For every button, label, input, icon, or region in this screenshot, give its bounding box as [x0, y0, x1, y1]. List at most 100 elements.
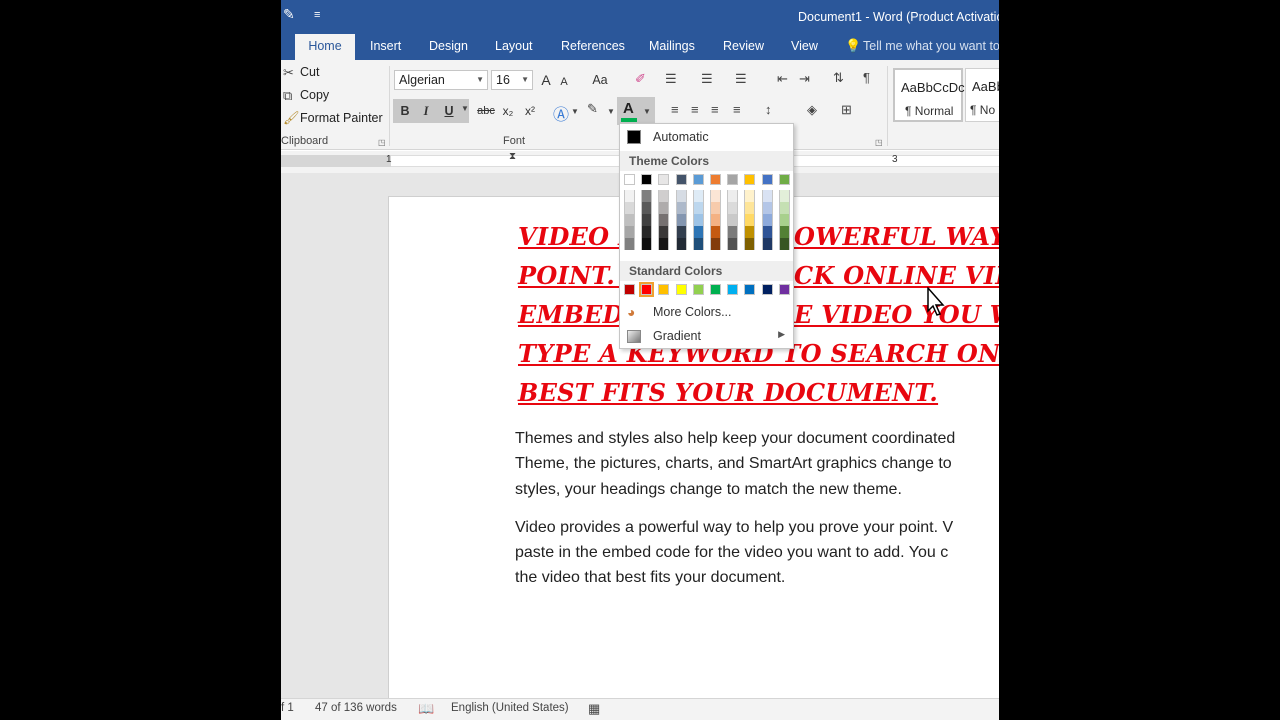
theme-color-swatch[interactable] — [624, 174, 635, 185]
shrink-font-button[interactable]: A — [557, 71, 571, 93]
chevron-down-icon[interactable]: ▼ — [521, 71, 529, 89]
bullets-icon[interactable]: ☰ — [665, 71, 677, 87]
increase-indent-icon[interactable]: ⇥ — [799, 71, 810, 87]
borders-icon[interactable]: ⊞ — [841, 102, 852, 118]
theme-shade-swatch[interactable] — [761, 202, 773, 214]
standard-color-swatch[interactable] — [761, 284, 773, 295]
highlight-color-icon[interactable]: ✎ — [587, 101, 598, 117]
clear-formatting-icon[interactable]: ✐ — [635, 71, 646, 87]
chevron-down-icon[interactable]: ▼ — [571, 107, 579, 116]
heading-text-line[interactable]: ck online Vide — [794, 261, 999, 290]
theme-shade-swatch[interactable] — [744, 238, 756, 250]
bold-button[interactable]: B — [397, 100, 413, 122]
copy-button[interactable]: Copy — [300, 88, 329, 102]
font-color-icon[interactable]: A — [623, 100, 634, 117]
theme-shade-swatch[interactable] — [641, 214, 653, 226]
standard-color-swatch[interactable] — [727, 284, 739, 295]
align-right-icon[interactable]: ≡ — [711, 102, 719, 117]
chevron-down-icon[interactable]: ▼ — [643, 107, 651, 116]
indent-marker-icon[interactable]: ⧗ — [509, 151, 516, 162]
align-left-icon[interactable]: ≡ — [671, 102, 679, 117]
theme-shade-swatch[interactable] — [778, 190, 790, 202]
tell-me-search[interactable]: Tell me what you want to — [863, 34, 999, 60]
style-no-spacing[interactable]: AaBb ¶ No — [965, 68, 999, 122]
superscript-button[interactable]: x² — [521, 100, 539, 122]
theme-shade-swatch[interactable] — [692, 202, 704, 214]
theme-shade-swatch[interactable] — [641, 190, 653, 202]
heading-text-line[interactable]: e video you wa — [794, 300, 999, 329]
theme-color-swatch[interactable] — [778, 174, 790, 185]
theme-color-swatch[interactable] — [658, 174, 670, 185]
theme-shade-swatch[interactable] — [761, 214, 773, 226]
theme-shade-swatch[interactable] — [641, 238, 653, 250]
theme-shade-swatch[interactable] — [778, 226, 790, 238]
theme-shade-swatch[interactable] — [675, 238, 687, 250]
body-text-line[interactable]: styles, your headings change to match th… — [515, 481, 902, 499]
language-indicator[interactable]: English (United States) — [451, 702, 569, 714]
theme-shade-swatch[interactable] — [692, 238, 704, 250]
show-formatting-icon[interactable]: ¶ — [863, 70, 870, 85]
theme-shade-swatch[interactable] — [710, 226, 721, 238]
theme-shade-swatch[interactable] — [692, 226, 704, 238]
theme-shade-swatch[interactable] — [624, 214, 635, 226]
standard-color-swatch[interactable] — [692, 284, 704, 295]
tab-layout[interactable]: Layout — [491, 34, 537, 60]
theme-shade-swatch[interactable] — [658, 202, 670, 214]
customize-quick-access-icon[interactable]: ≡ — [314, 9, 320, 21]
theme-shade-swatch[interactable] — [675, 190, 687, 202]
theme-shade-swatch[interactable] — [641, 226, 653, 238]
more-colors-option[interactable]: ◕ More Colors... — [620, 301, 793, 323]
theme-shade-swatch[interactable] — [624, 226, 635, 238]
theme-shade-swatch[interactable] — [778, 214, 790, 226]
theme-shade-swatch[interactable] — [761, 190, 773, 202]
change-case-button[interactable]: Aa — [587, 69, 613, 91]
tab-home[interactable]: Home — [295, 34, 355, 60]
subscript-button[interactable]: x₂ — [499, 100, 517, 122]
theme-shade-swatch[interactable] — [641, 202, 653, 214]
standard-color-swatch[interactable] — [658, 284, 670, 295]
theme-shade-swatch[interactable] — [710, 202, 721, 214]
standard-color-swatch[interactable] — [710, 284, 721, 295]
tab-review[interactable]: Review — [719, 34, 768, 60]
justify-icon[interactable]: ≡ — [733, 102, 741, 117]
standard-color-swatch[interactable] — [624, 284, 635, 295]
theme-shade-swatch[interactable] — [744, 190, 756, 202]
theme-shade-swatch[interactable] — [778, 202, 790, 214]
theme-shade-swatch[interactable] — [658, 226, 670, 238]
tab-references[interactable]: References — [557, 34, 629, 60]
theme-shade-swatch[interactable] — [744, 214, 756, 226]
decrease-indent-icon[interactable]: ⇤ — [777, 71, 788, 87]
theme-shade-swatch[interactable] — [761, 226, 773, 238]
theme-shade-swatch[interactable] — [727, 202, 739, 214]
theme-shade-swatch[interactable] — [658, 214, 670, 226]
word-count[interactable]: 47 of 136 words — [315, 702, 397, 714]
theme-shade-swatch[interactable] — [675, 202, 687, 214]
theme-color-swatch[interactable] — [675, 174, 687, 185]
cut-button[interactable]: Cut — [300, 65, 319, 79]
theme-shade-swatch[interactable] — [727, 190, 739, 202]
theme-shade-swatch[interactable] — [692, 190, 704, 202]
strikethrough-button[interactable]: abc — [475, 100, 497, 122]
theme-shade-swatch[interactable] — [624, 190, 635, 202]
theme-shade-swatch[interactable] — [658, 190, 670, 202]
macro-record-icon[interactable]: ▦ — [588, 701, 600, 717]
chevron-down-icon[interactable]: ▼ — [607, 107, 615, 116]
standard-color-swatch[interactable] — [675, 284, 687, 295]
format-painter-button[interactable]: Format Painter — [300, 111, 383, 125]
theme-shade-swatch[interactable] — [744, 226, 756, 238]
theme-shade-swatch[interactable] — [658, 238, 670, 250]
multilevel-list-icon[interactable]: ☰ — [735, 71, 747, 87]
theme-shade-swatch[interactable] — [761, 238, 773, 250]
chevron-down-icon[interactable]: ▼ — [461, 104, 469, 113]
font-size-combo[interactable]: 16 ▼ — [491, 70, 533, 90]
numbering-icon[interactable]: ☰ — [701, 71, 713, 87]
heading-text-line[interactable]: owerful way t — [794, 222, 999, 251]
theme-shade-swatch[interactable] — [778, 238, 790, 250]
heading-text-line[interactable]: best fits your document. — [518, 378, 938, 407]
underline-button[interactable]: U — [442, 100, 456, 122]
theme-shade-swatch[interactable] — [727, 238, 739, 250]
theme-shade-swatch[interactable] — [710, 214, 721, 226]
body-text-line[interactable]: paste in the embed code for the video yo… — [515, 544, 948, 562]
theme-shade-swatch[interactable] — [727, 214, 739, 226]
body-text-line[interactable]: Themes and styles also help keep your do… — [515, 430, 955, 448]
